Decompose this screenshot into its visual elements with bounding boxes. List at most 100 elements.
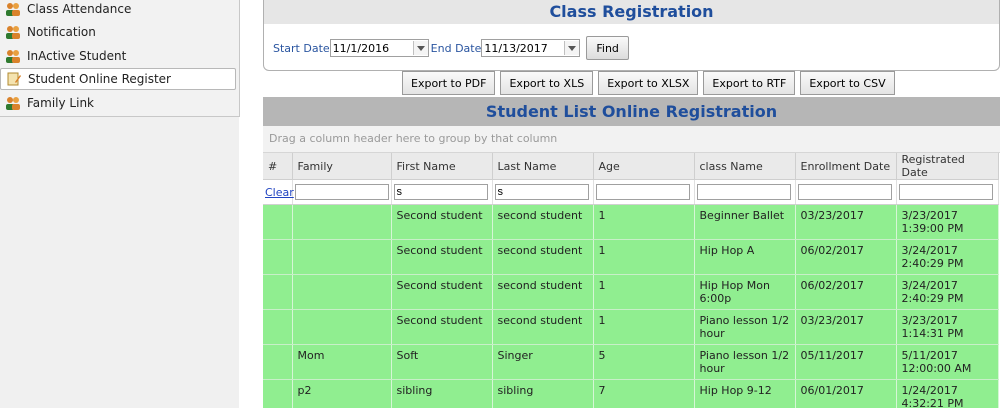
student-grid: Student List Online Registration Drag a … (263, 97, 1000, 408)
sidebar-item-family-link[interactable]: Family Link (0, 92, 239, 114)
cell-age: 7 (593, 379, 695, 408)
cell-first-name: sibling (391, 379, 493, 408)
cell-class-name: Beginner Ballet (694, 204, 796, 240)
sidebar: Class Attendance Notification InActive S… (0, 0, 240, 408)
cell-last-name: sibling (492, 379, 594, 408)
chevron-down-icon[interactable] (412, 41, 428, 55)
table-row[interactable]: Mom Soft Singer 5 Piano lesson 1/2 hour 05/11… (263, 344, 999, 380)
cell-last-name: second student (492, 274, 594, 310)
cell-last-name: second student (492, 309, 594, 345)
cell-enrollment-date: 05/11/2017 (795, 344, 897, 380)
export-pdf-button[interactable]: Export to PDF (402, 71, 496, 95)
clear-filter-link[interactable]: Clear (265, 186, 294, 199)
end-date-value[interactable]: 11/13/2017 (482, 42, 564, 55)
cell-age: 1 (593, 239, 695, 275)
cell-enrollment-date: 03/23/2017 (795, 204, 897, 240)
cell-family (292, 204, 392, 240)
cell-age: 5 (593, 344, 695, 380)
sidebar-item-notification[interactable]: Notification (0, 21, 239, 43)
export-xlsx-button[interactable]: Export to XLSX (598, 71, 699, 95)
cell-class-name: Hip Hop A (694, 239, 796, 275)
sidebar-item-label: Notification (27, 25, 96, 39)
export-toolbar: Export to PDF Export to XLS Export to XL… (402, 71, 895, 95)
sidebar-item-inactive-student[interactable]: InActive Student (0, 45, 239, 67)
people-icon (6, 50, 20, 63)
sidebar-item-student-online-register[interactable]: Student Online Register (0, 68, 236, 90)
cell-class-name: Piano lesson 1/2 hour (694, 344, 796, 380)
sidebar-menu: Class Attendance Notification InActive S… (0, 0, 240, 117)
sidebar-item-label: Class Attendance (27, 2, 132, 16)
column-header-index[interactable]: # (263, 153, 293, 180)
cell-first-name: Second student (391, 309, 493, 345)
export-csv-button[interactable]: Export to CSV (800, 71, 895, 95)
page-title: Class Registration (264, 0, 999, 24)
cell-age: 1 (593, 274, 695, 310)
start-date-label: Start Date (273, 41, 330, 55)
class-name-filter-input[interactable] (696, 184, 791, 200)
first-name-filter-input[interactable] (393, 184, 488, 200)
column-header-class-name[interactable]: class Name (694, 153, 796, 180)
cell-first-name: Second student (391, 239, 493, 275)
people-icon (6, 3, 20, 16)
cell-family (292, 274, 392, 310)
column-header-registrated-date[interactable]: Registrated Date (896, 153, 999, 180)
find-button[interactable]: Find (586, 36, 629, 60)
cell-index (263, 239, 293, 275)
column-header-last-name[interactable]: Last Name (492, 153, 594, 180)
header-row: # Family First Name Last Name Age class … (263, 153, 999, 180)
table-row[interactable]: p2 sibling sibling 7 Hip Hop 9-12 06/01/2017 1… (263, 379, 999, 408)
register-icon (7, 72, 21, 86)
end-date-label: End Date (430, 41, 482, 55)
grid-title: Student List Online Registration (263, 97, 1000, 126)
sidebar-item-label: Student Online Register (28, 72, 171, 86)
cell-enrollment-date: 06/02/2017 (795, 274, 897, 310)
sidebar-item-label: InActive Student (27, 49, 127, 63)
cell-index (263, 274, 293, 310)
table-body: Second student second student 1 Beginner Ba… (263, 204, 999, 408)
cell-age: 1 (593, 309, 695, 345)
start-date-picker[interactable]: 11/1/2016 (329, 39, 429, 57)
cell-registrated-date: 3/24/2017 2:40:29 PM (896, 239, 999, 275)
export-xls-button[interactable]: Export to XLS (500, 71, 594, 95)
export-rtf-button[interactable]: Export to RTF (703, 71, 796, 95)
chevron-down-icon[interactable] (564, 41, 580, 55)
cell-registrated-date: 3/23/2017 1:39:00 PM (896, 204, 999, 240)
table-row[interactable]: Second student second student 1 Beginner Ba… (263, 204, 999, 240)
table-row[interactable]: Second student second student 1 Piano lesso… (263, 309, 999, 345)
cell-registrated-date: 3/24/2017 2:40:29 PM (896, 274, 999, 310)
cell-last-name: Singer (492, 344, 594, 380)
enrollment-date-filter-input[interactable] (797, 184, 892, 200)
last-name-filter-input[interactable] (494, 184, 589, 200)
end-date-picker[interactable]: 11/13/2017 (481, 39, 581, 57)
cell-index (263, 344, 293, 380)
age-filter-input[interactable] (595, 184, 690, 200)
column-header-age[interactable]: Age (593, 153, 695, 180)
cell-index (263, 204, 293, 240)
cell-last-name: second student (492, 204, 594, 240)
cell-registrated-date: 3/23/2017 1:14:31 PM (896, 309, 999, 345)
family-filter-input[interactable] (294, 184, 389, 200)
table-row[interactable]: Second student second student 1 Hip Hop A 06… (263, 239, 999, 275)
date-filter-row: Start Date 11/1/2016 End Date 11/13/2017… (273, 36, 629, 60)
student-table: # Family First Name Last Name Age class … (263, 153, 999, 408)
sidebar-item-label: Family Link (27, 96, 95, 110)
cell-family (292, 309, 392, 345)
column-header-first-name[interactable]: First Name (391, 153, 493, 180)
registrated-date-filter-input[interactable] (898, 184, 993, 200)
cell-first-name: Soft (391, 344, 493, 380)
cell-family: Mom (292, 344, 392, 380)
main-content: Class Registration Start Date 11/1/2016 … (263, 0, 1000, 408)
cell-age: 1 (593, 204, 695, 240)
group-by-panel[interactable]: Drag a column header here to group by th… (263, 126, 1000, 153)
people-icon (6, 97, 20, 110)
column-header-family[interactable]: Family (292, 153, 392, 180)
cell-family: p2 (292, 379, 392, 408)
table-row[interactable]: Second student second student 1 Hip Hop Mon… (263, 274, 999, 310)
sidebar-item-class-attendance[interactable]: Class Attendance (0, 0, 239, 20)
column-header-enrollment-date[interactable]: Enrollment Date (795, 153, 897, 180)
registration-panel: Class Registration Start Date 11/1/2016 … (263, 0, 1000, 71)
filter-row: Clear (263, 179, 999, 205)
cell-last-name: second student (492, 239, 594, 275)
start-date-value[interactable]: 11/1/2016 (331, 42, 413, 55)
cell-class-name: Hip Hop Mon 6:00p (694, 274, 796, 310)
